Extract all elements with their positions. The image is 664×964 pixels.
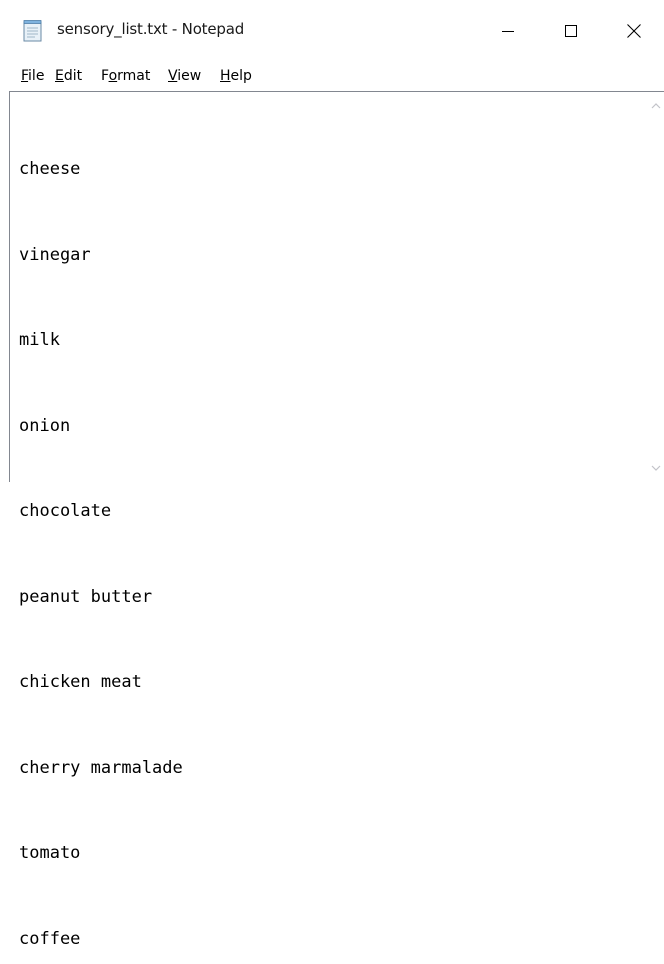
text-line: vinegar: [19, 244, 91, 265]
menu-help[interactable]: Help: [220, 66, 252, 86]
menu-edit[interactable]: Edit: [55, 66, 82, 86]
minimize-button[interactable]: [480, 0, 536, 62]
text-line: chicken meat: [19, 672, 142, 692]
scroll-down-icon[interactable]: [647, 459, 664, 476]
notepad-icon[interactable]: [21, 19, 45, 43]
title-bar[interactable]: sensory_list.txt - Notepad: [0, 0, 664, 62]
text-line: cheese: [19, 159, 81, 179]
document-text[interactable]: cheese vinegar milk onion chocolate pean…: [19, 98, 639, 949]
text-line: coffee: [19, 928, 81, 949]
close-button[interactable]: [606, 0, 662, 62]
minimize-icon: [501, 24, 515, 38]
window-title: sensory_list.txt - Notepad: [57, 20, 245, 38]
vertical-scrollbar[interactable]: [647, 92, 664, 482]
close-icon: [626, 23, 642, 39]
text-line: cherry marmalade: [19, 757, 183, 778]
text-line: milk: [19, 330, 60, 350]
text-line: chocolate: [19, 501, 112, 521]
notepad-window: sensory_list.txt - Notepad File Edit For…: [0, 0, 664, 949]
text-line: onion: [19, 415, 71, 436]
menu-file[interactable]: File: [21, 66, 44, 86]
menu-bar: File Edit Format View Help: [0, 62, 664, 90]
text-line: peanut butter: [19, 586, 153, 607]
maximize-icon: [564, 24, 578, 38]
menu-view[interactable]: View: [168, 66, 201, 86]
maximize-button[interactable]: [543, 0, 599, 62]
text-line: tomato: [19, 843, 81, 863]
text-editor[interactable]: cheese vinegar milk onion chocolate pean…: [9, 91, 664, 949]
scroll-up-icon[interactable]: [647, 97, 664, 114]
menu-format[interactable]: Format: [101, 66, 150, 86]
